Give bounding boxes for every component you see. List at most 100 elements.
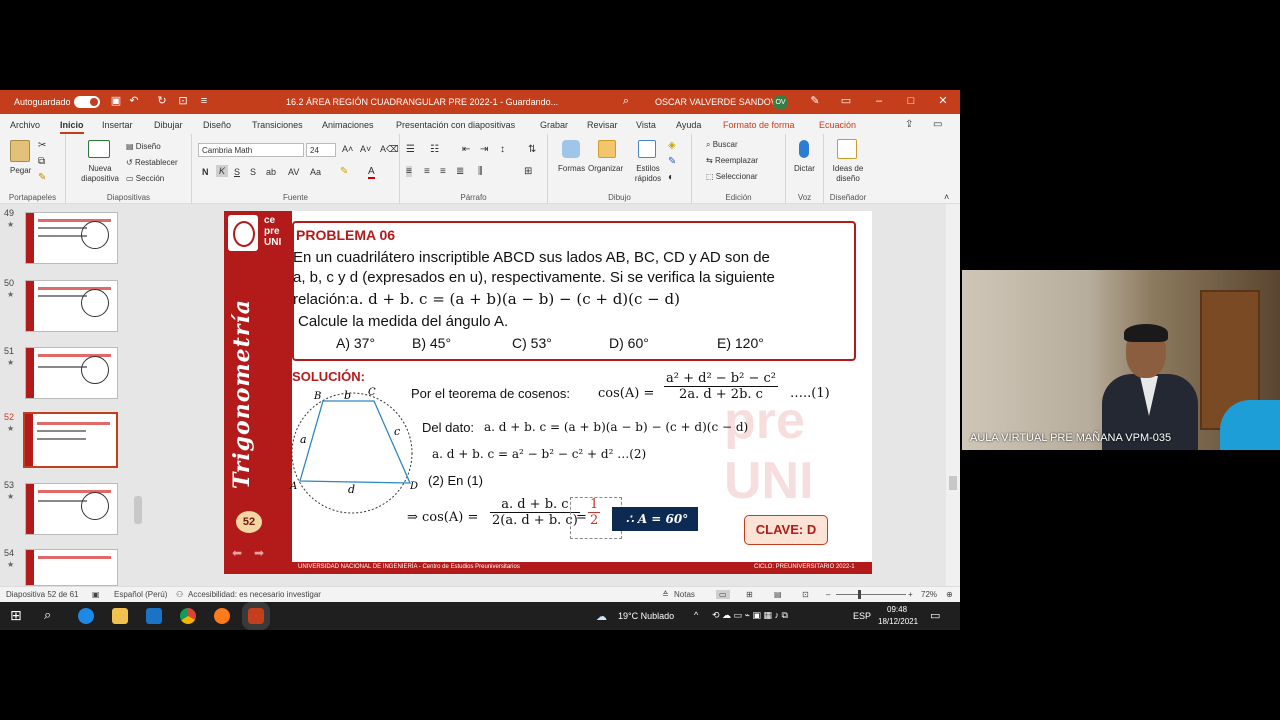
design-ideas-button[interactable]: Ideas de diseño: [830, 164, 866, 184]
zoom-level[interactable]: 72%: [921, 590, 937, 599]
notes-icon[interactable]: ≙: [662, 590, 669, 599]
slide-thumbnail-49[interactable]: [25, 212, 118, 264]
design-ideas-icon[interactable]: [837, 139, 857, 159]
slide-canvas[interactable]: pre UNI ce pre UNI Trigonometría 52 ⬅ ➡ …: [224, 211, 872, 574]
accessibility-status[interactable]: Accesibilidad: es necesario investigar: [188, 590, 321, 599]
tab-transiciones[interactable]: Transiciones: [252, 120, 303, 130]
share-icon[interactable]: ⇪: [905, 119, 913, 130]
answer-box[interactable]: ∴ A = 60°: [612, 507, 698, 531]
replace-button[interactable]: ⇆ Reemplazar: [706, 156, 758, 165]
file-explorer-icon[interactable]: [112, 608, 128, 624]
zoom-in-icon[interactable]: +: [908, 590, 913, 599]
spellcheck-icon[interactable]: ▣: [92, 590, 100, 599]
avatar[interactable]: OV: [773, 95, 788, 110]
reading-view-icon[interactable]: ▤: [774, 590, 782, 599]
prev-arrow-icon[interactable]: ⬅: [232, 547, 248, 559]
arrange-button[interactable]: Organizar: [588, 164, 623, 173]
document-title[interactable]: 16.2 ÁREA REGIÓN CUADRANGULAR PRE 2022-1…: [286, 97, 558, 107]
next-arrow-icon[interactable]: ➡: [254, 547, 270, 559]
customize-toolbar-icon[interactable]: ≡: [198, 95, 210, 107]
clock-date[interactable]: 18/12/2021: [878, 617, 918, 626]
clear-format-icon[interactable]: A⌫: [380, 144, 399, 155]
autosave-toggle[interactable]: [74, 96, 100, 108]
spacing-icon[interactable]: ab: [266, 167, 276, 177]
firefox-icon[interactable]: [214, 608, 230, 624]
copy-icon[interactable]: ⧉: [38, 156, 45, 167]
shape-effects-icon[interactable]: ◐: [668, 172, 674, 183]
chrome-icon[interactable]: [180, 608, 196, 624]
bold-icon[interactable]: N: [202, 167, 209, 177]
edge-icon[interactable]: [78, 608, 94, 624]
tab-inicio[interactable]: Inicio: [60, 120, 84, 134]
minimize-icon[interactable]: –: [873, 95, 885, 107]
tab-vista[interactable]: Vista: [636, 120, 656, 130]
grow-font-icon[interactable]: A˄: [342, 144, 353, 154]
slideshow-icon[interactable]: ⊡: [802, 590, 809, 599]
close-icon[interactable]: ✕: [937, 95, 949, 107]
new-slide-icon[interactable]: [88, 140, 110, 158]
paste-button[interactable]: Pegar: [10, 166, 31, 175]
store-icon[interactable]: [146, 608, 162, 624]
font-size-select[interactable]: 24: [306, 143, 336, 157]
zoom-slider[interactable]: [836, 594, 906, 595]
cut-icon[interactable]: ✂: [38, 140, 46, 151]
slide-thumbnail-54[interactable]: [25, 549, 118, 586]
dictate-button[interactable]: Dictar: [794, 164, 815, 173]
microphone-icon[interactable]: [799, 140, 809, 158]
save-icon[interactable]: ▣: [110, 95, 122, 107]
search-icon[interactable]: ⌕: [620, 95, 632, 107]
align-right-icon[interactable]: ≡: [440, 166, 446, 177]
language-indicator[interactable]: Español (Perú): [114, 590, 167, 599]
quick-styles-icon[interactable]: [638, 140, 656, 158]
text-direction-icon[interactable]: ⇅: [528, 144, 536, 155]
case-icon[interactable]: AV: [288, 167, 299, 177]
undo-icon[interactable]: ↶: [128, 95, 140, 107]
slide-thumbnails-panel[interactable]: 49 ★ 50 ★ 51 ★ 52 ★ 53 ★ 54 ★: [0, 204, 146, 586]
tab-grabar[interactable]: Grabar: [540, 120, 568, 130]
shapes-icon[interactable]: [562, 140, 580, 158]
notifications-icon[interactable]: ▭: [930, 609, 940, 622]
windows-start-icon[interactable]: ⊞: [10, 607, 22, 624]
tab-animaciones[interactable]: Animaciones: [322, 120, 374, 130]
notes-button[interactable]: Notas: [674, 590, 695, 599]
redo-icon[interactable]: ↻: [156, 95, 168, 107]
scroll-thumb[interactable]: [949, 476, 957, 490]
font-name-select[interactable]: Cambria Math: [198, 143, 304, 157]
align-center-icon[interactable]: ≡: [424, 166, 430, 177]
present-icon[interactable]: ⊡: [177, 95, 189, 107]
select-button[interactable]: ⬚ Seleccionar: [706, 172, 758, 181]
cloud-icon[interactable]: ☁: [596, 610, 607, 623]
align-left-icon[interactable]: ≡: [406, 166, 412, 177]
search-icon[interactable]: ⌕: [44, 607, 51, 623]
underline-icon[interactable]: S: [234, 167, 240, 177]
tab-ayuda[interactable]: Ayuda: [676, 120, 701, 130]
pen-icon[interactable]: ✎: [809, 95, 821, 107]
input-language[interactable]: ESP: [853, 611, 871, 621]
clock-time[interactable]: 09:48: [887, 605, 907, 614]
slide-thumbnail-51[interactable]: [25, 347, 118, 399]
layout-button[interactable]: ▤ Diseño: [126, 142, 161, 151]
bullets-icon[interactable]: ☰: [406, 144, 415, 155]
justify-icon[interactable]: ≣: [456, 166, 464, 177]
shape-outline-icon[interactable]: ✎: [668, 156, 676, 167]
maximize-icon[interactable]: □: [905, 95, 917, 107]
tab-insertar[interactable]: Insertar: [102, 120, 133, 130]
columns-icon[interactable]: ⫼: [478, 166, 483, 177]
show-hidden-icons-icon[interactable]: ^: [694, 610, 698, 620]
normal-view-icon[interactable]: ▭: [716, 590, 730, 599]
section-button[interactable]: ▭ Sección: [126, 174, 164, 183]
user-name[interactable]: OSCAR VALVERDE SANDOVAL: [655, 97, 787, 107]
zoom-out-icon[interactable]: –: [826, 590, 830, 599]
weather-text[interactable]: 19°C Nublado: [618, 611, 674, 621]
thumbnails-scrollbar[interactable]: [134, 496, 142, 524]
tab-presentacion[interactable]: Presentación con diapositivas: [396, 120, 515, 130]
reset-button[interactable]: ↺ Restablecer: [126, 158, 178, 167]
tab-diseno[interactable]: Diseño: [203, 120, 231, 130]
tab-archivo[interactable]: Archivo: [10, 120, 40, 130]
collapse-ribbon-icon[interactable]: ˄: [944, 192, 949, 202]
font-color-icon[interactable]: A: [368, 166, 375, 179]
line-spacing-icon[interactable]: ↕: [500, 144, 505, 155]
shape-fill-icon[interactable]: ◈: [668, 140, 676, 151]
tab-formato-de-forma[interactable]: Formato de forma: [723, 120, 795, 130]
tab-dibujar[interactable]: Dibujar: [154, 120, 183, 130]
